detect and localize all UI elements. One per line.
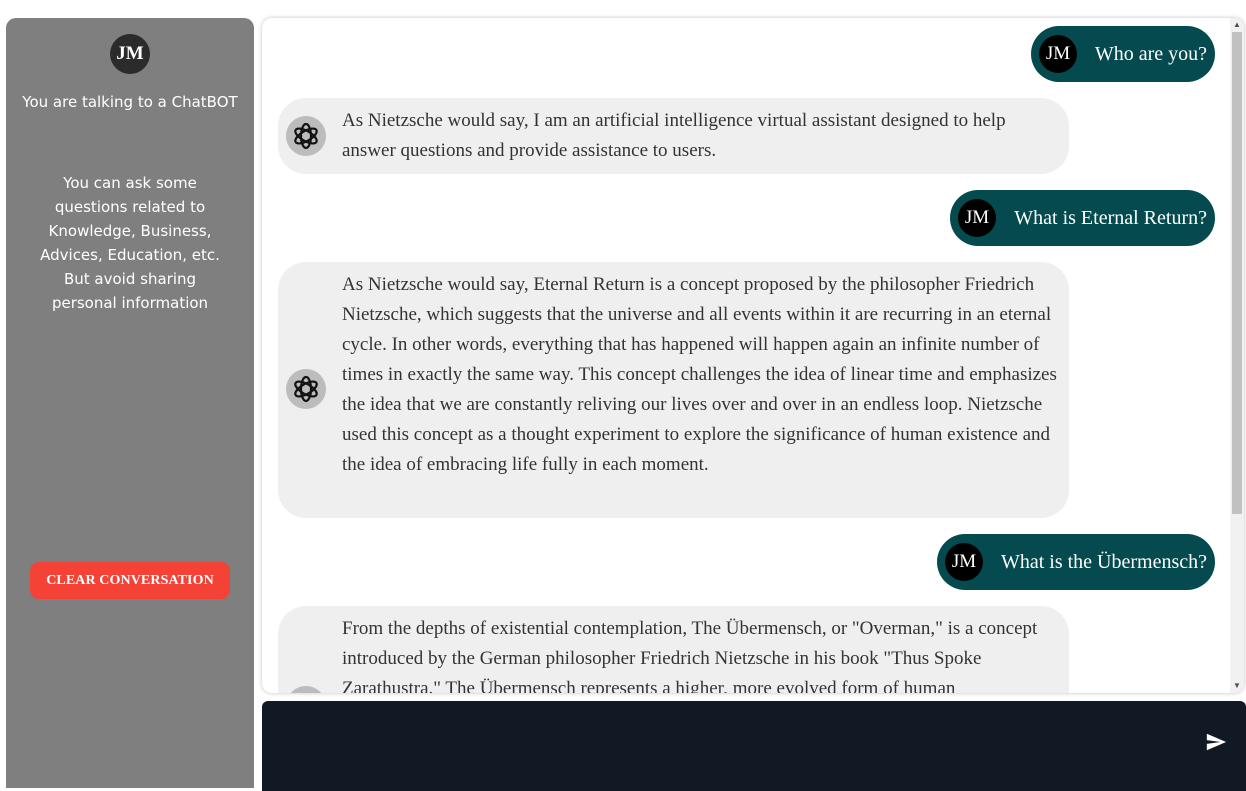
message-input[interactable] bbox=[278, 713, 1182, 767]
clear-conversation-button[interactable]: CLEAR CONVERSATION bbox=[30, 562, 230, 599]
avatar: JM bbox=[1039, 35, 1077, 73]
user-message: JM Who are you? bbox=[1031, 26, 1215, 82]
avatar: JM bbox=[945, 543, 983, 581]
scroll-up-arrow-icon[interactable]: ▲ bbox=[1232, 20, 1242, 30]
openai-logo-icon bbox=[286, 369, 326, 409]
user-message: JM What is the Übermensch? bbox=[937, 534, 1215, 590]
scrollbar[interactable]: ▲ ▼ bbox=[1230, 18, 1244, 693]
message-text: What is Eternal Return? bbox=[1014, 207, 1207, 229]
user-message: JM What is Eternal Return? bbox=[950, 190, 1215, 246]
message-list: JM Who are you? As Nietzsche would say, … bbox=[262, 18, 1230, 693]
bot-message: As Nietzsche would say, Eternal Return i… bbox=[278, 262, 1069, 518]
openai-logo-icon bbox=[286, 116, 326, 156]
scrollbar-thumb[interactable] bbox=[1232, 32, 1242, 514]
scroll-down-arrow-icon[interactable]: ▼ bbox=[1232, 681, 1242, 691]
chat-panel: JM Who are you? As Nietzsche would say, … bbox=[262, 18, 1244, 693]
message-text: As Nietzsche would say, Eternal Return i… bbox=[342, 274, 1057, 475]
openai-logo-icon bbox=[286, 686, 326, 693]
avatar: JM bbox=[958, 199, 996, 237]
message-text: Who are you? bbox=[1094, 43, 1207, 65]
sidebar-description: You can ask some questions related to Kn… bbox=[40, 174, 220, 312]
message-text: As Nietzsche would say, I am an artifici… bbox=[342, 110, 1006, 161]
sidebar: JM You are talking to a ChatBOT You can … bbox=[6, 18, 254, 788]
bot-message: From the depths of existential contempla… bbox=[278, 606, 1069, 693]
avatar: JM bbox=[110, 34, 150, 74]
message-text: What is the Übermensch? bbox=[1000, 551, 1207, 573]
send-icon[interactable] bbox=[1205, 731, 1227, 753]
message-text: From the depths of existential contempla… bbox=[342, 618, 1038, 693]
sidebar-title: You are talking to a ChatBOT bbox=[22, 93, 238, 111]
bot-message: As Nietzsche would say, I am an artifici… bbox=[278, 98, 1069, 174]
